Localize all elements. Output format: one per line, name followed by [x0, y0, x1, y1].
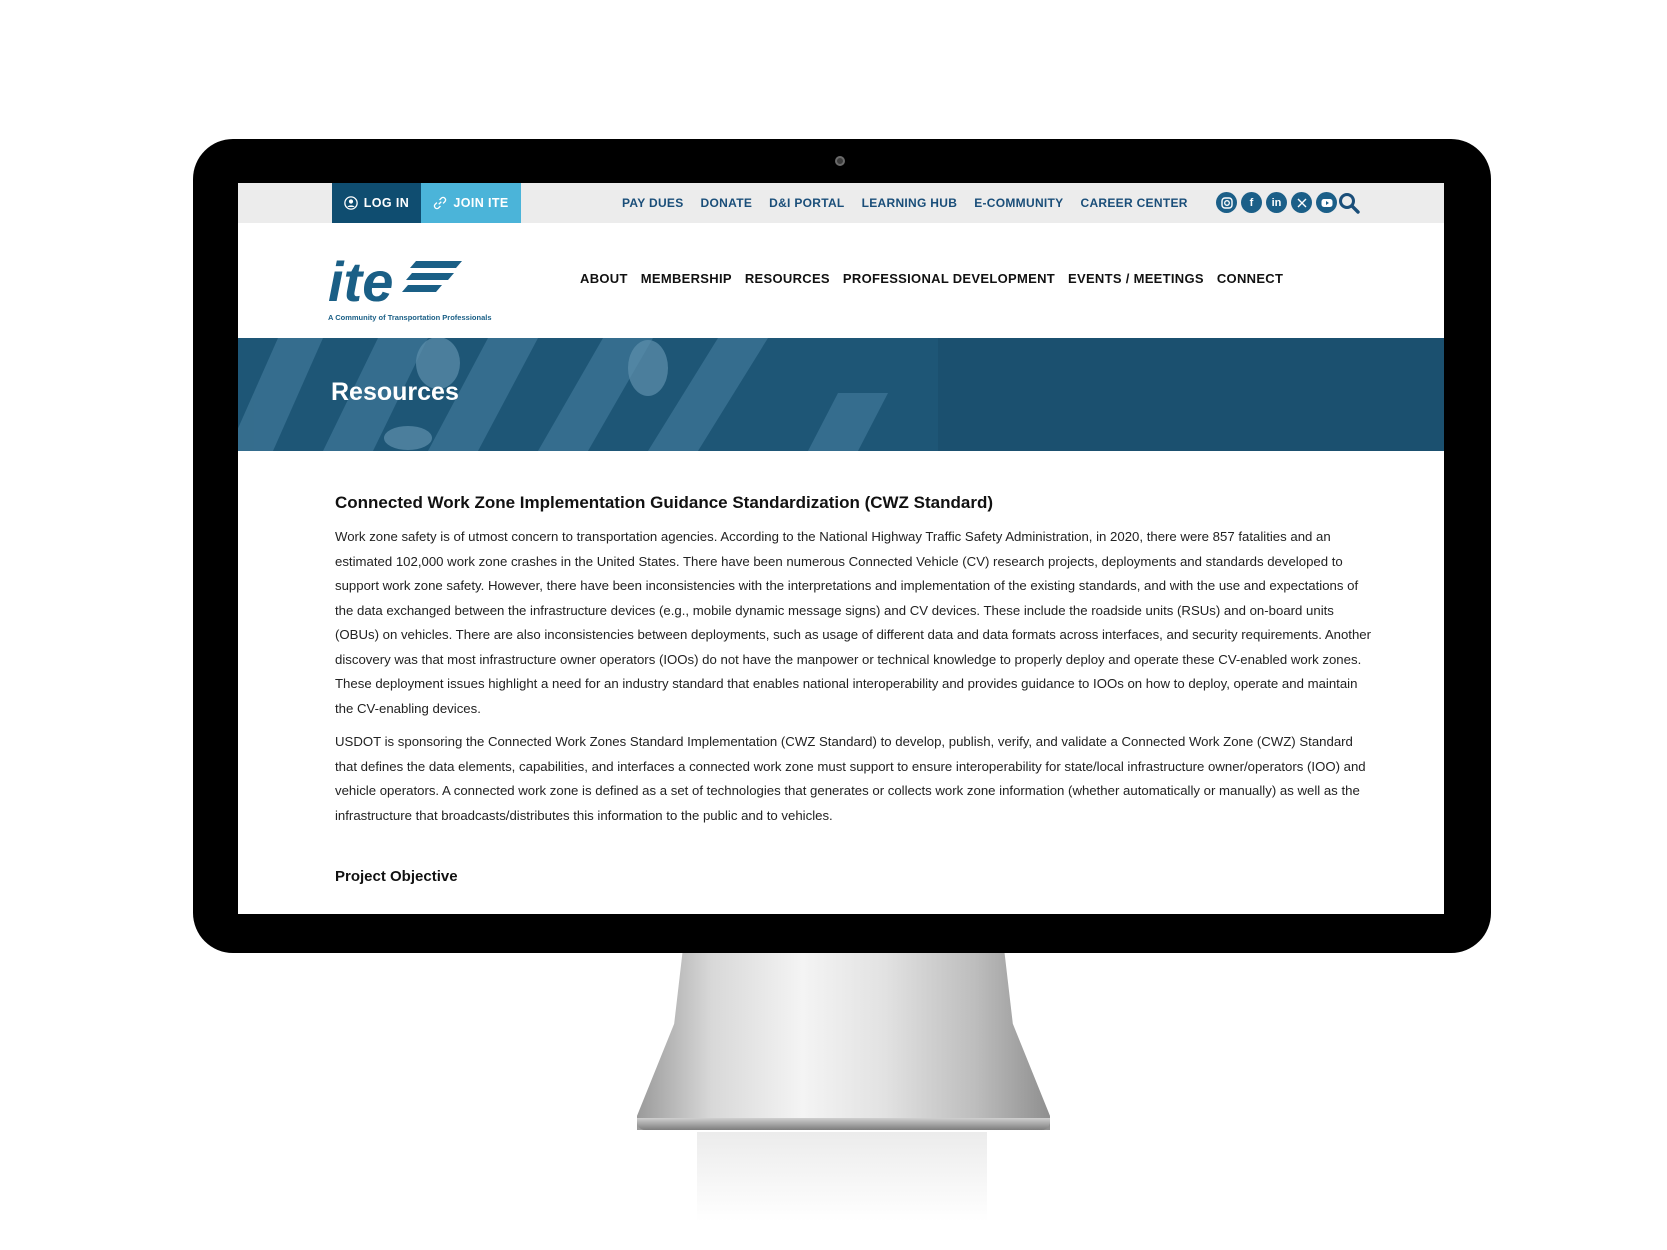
- youtube-icon[interactable]: [1316, 192, 1337, 213]
- nav-connect[interactable]: CONNECT: [1217, 271, 1283, 286]
- search-icon[interactable]: [1338, 192, 1360, 214]
- site-header: ite A Community of Transportation Profes…: [238, 223, 1444, 338]
- camera-icon: [835, 156, 845, 166]
- donate-link[interactable]: DONATE: [701, 196, 753, 210]
- ite-logo[interactable]: ite: [328, 249, 503, 315]
- user-icon: [343, 196, 358, 210]
- monitor-stand: [637, 953, 1050, 1130]
- learning-hub-link[interactable]: LEARNING HUB: [862, 196, 958, 210]
- utility-bar: LOG IN JOIN ITE PAY DUES DONATE D&I PORT…: [238, 183, 1444, 223]
- e-community-link[interactable]: E-COMMUNITY: [974, 196, 1063, 210]
- nav-events-meetings[interactable]: EVENTS / MEETINGS: [1068, 271, 1204, 286]
- career-center-link[interactable]: CAREER CENTER: [1080, 196, 1187, 210]
- x-icon[interactable]: [1291, 192, 1312, 213]
- join-label: JOIN ITE: [453, 196, 509, 210]
- article-title: Connected Work Zone Implementation Guida…: [335, 493, 994, 512]
- logo-wordmark: ite: [328, 250, 393, 313]
- nav-resources[interactable]: RESOURCES: [745, 271, 830, 286]
- main-nav: ABOUT MEMBERSHIP RESOURCES PROFESSIONAL …: [580, 271, 1283, 286]
- browser-screen: LOG IN JOIN ITE PAY DUES DONATE D&I PORT…: [238, 183, 1444, 914]
- di-portal-link[interactable]: D&I PORTAL: [769, 196, 844, 210]
- linkedin-icon[interactable]: in: [1266, 192, 1287, 213]
- page-title: Resources: [331, 378, 459, 406]
- stand-reflection: [697, 1132, 987, 1222]
- pay-dues-link[interactable]: PAY DUES: [622, 196, 684, 210]
- facebook-icon[interactable]: f: [1241, 192, 1262, 213]
- utility-nav: PAY DUES DONATE D&I PORTAL LEARNING HUB …: [622, 183, 1205, 223]
- login-button[interactable]: LOG IN: [332, 183, 421, 223]
- logo-tagline: A Community of Transportation Profession…: [328, 313, 492, 322]
- article-paragraph: Work zone safety is of utmost concern to…: [335, 529, 1372, 716]
- monitor-frame: LOG IN JOIN ITE PAY DUES DONATE D&I PORT…: [193, 139, 1491, 953]
- section-heading: Project Objective: [335, 868, 458, 885]
- social-links: f in: [1216, 192, 1337, 213]
- hero-banner: Resources: [238, 338, 1444, 451]
- monitor-stand-base: [637, 1118, 1050, 1130]
- article-paragraph: USDOT is sponsoring the Connected Work Z…: [335, 734, 1366, 823]
- nav-about[interactable]: ABOUT: [580, 271, 628, 286]
- link-icon: [434, 196, 447, 210]
- login-label: LOG IN: [363, 196, 410, 210]
- nav-professional-development[interactable]: PROFESSIONAL DEVELOPMENT: [843, 271, 1055, 286]
- join-button[interactable]: JOIN ITE: [421, 183, 521, 223]
- instagram-icon[interactable]: [1216, 192, 1237, 213]
- article-content: Connected Work Zone Implementation Guida…: [335, 493, 1375, 885]
- nav-membership[interactable]: MEMBERSHIP: [641, 271, 732, 286]
